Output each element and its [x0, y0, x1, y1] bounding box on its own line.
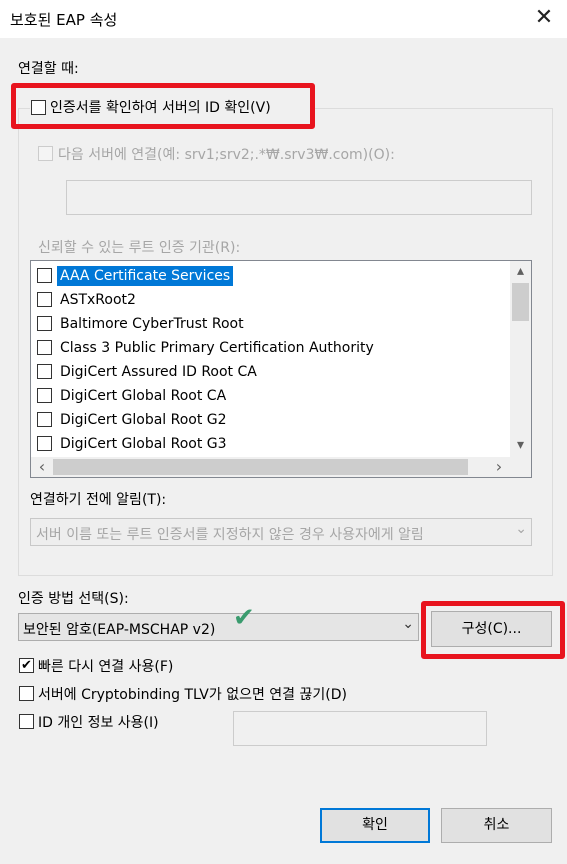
list-item-checkbox[interactable]: [37, 388, 52, 403]
identity-privacy-checkbox[interactable]: [19, 714, 34, 729]
scroll-right-icon[interactable]: ›: [490, 457, 508, 477]
scroll-down-icon[interactable]: ▾: [510, 437, 531, 455]
close-icon: ✕: [534, 5, 554, 30]
notify-dropdown[interactable]: 서버 이름 또는 루트 인증서를 지정하지 않은 경우 사용자에게 알림 ⌄: [30, 518, 532, 546]
cancel-button[interactable]: 취소: [441, 808, 552, 843]
identity-privacy-input[interactable]: [233, 711, 487, 746]
connect-servers-checkbox[interactable]: [38, 146, 53, 161]
verify-cert-checkbox[interactable]: [31, 100, 46, 115]
list-item-checkbox[interactable]: [37, 316, 52, 331]
scroll-left-icon[interactable]: ‹: [33, 457, 51, 477]
fast-reconnect-label: 빠른 다시 연결 사용(F): [38, 659, 174, 675]
connect-servers-label: 다음 서버에 연결(예: srv1;srv2;.*₩.srv3₩.com)(O)…: [58, 147, 395, 163]
window-title: 보호된 EAP 속성: [10, 11, 118, 29]
trusted-ca-listbox[interactable]: AAA Certificate Services ASTxRoot2 Balti…: [30, 260, 532, 478]
list-item-checkbox[interactable]: [37, 436, 52, 451]
notify-label: 연결하기 전에 알림(T):: [30, 492, 167, 508]
scrollbar-corner: [510, 457, 531, 477]
cryptobinding-checkbox[interactable]: [19, 686, 34, 701]
list-item-checkbox[interactable]: [37, 340, 52, 355]
scrollbar-thumb[interactable]: [512, 283, 529, 321]
connect-servers-input[interactable]: [66, 180, 532, 215]
auth-method-value: 보안된 암호(EAP-MSCHAP v2): [23, 622, 216, 638]
cryptobinding-label: 서버에 Cryptobinding TLV가 없으면 연결 끊기(D): [38, 687, 347, 703]
list-item-checkbox[interactable]: [37, 364, 52, 379]
auth-method-label: 인증 방법 선택(S):: [18, 591, 129, 607]
identity-privacy-label: ID 개인 정보 사용(I): [38, 715, 159, 731]
list-item-checkbox[interactable]: [37, 292, 52, 307]
chevron-down-icon: ⌄: [402, 616, 414, 632]
fast-reconnect-checkbox[interactable]: ✔: [19, 658, 34, 673]
notify-value: 서버 이름 또는 루트 인증서를 지정하지 않은 경우 사용자에게 알림: [36, 527, 424, 543]
horizontal-scrollbar[interactable]: ‹ ›: [31, 457, 510, 477]
list-item-checkbox[interactable]: [37, 412, 52, 427]
verify-cert-label: 인증서를 확인하여 서버의 ID 확인(V): [50, 100, 271, 116]
chevron-down-icon: ⌄: [515, 521, 527, 537]
scroll-up-icon[interactable]: ▴: [510, 263, 531, 281]
list-item-checkbox[interactable]: [37, 268, 52, 283]
ok-button[interactable]: 확인: [320, 808, 430, 843]
auth-method-dropdown[interactable]: 보안된 암호(EAP-MSCHAP v2) ⌄: [18, 613, 419, 641]
configure-button[interactable]: 구성(C)...: [431, 611, 552, 647]
check-mark-icon: ✔: [233, 603, 255, 633]
verify-cert-row[interactable]: 인증서를 확인하여 서버의 ID 확인(V): [30, 96, 310, 118]
trusted-ca-label: 신뢰할 수 있는 루트 인증 기관(R):: [38, 240, 241, 256]
close-button[interactable]: ✕: [521, 0, 567, 38]
connect-section-heading: 연결할 때:: [18, 61, 79, 77]
horizontal-scrollbar-thumb[interactable]: [53, 459, 468, 475]
vertical-scrollbar[interactable]: ▴ ▾: [510, 261, 531, 457]
